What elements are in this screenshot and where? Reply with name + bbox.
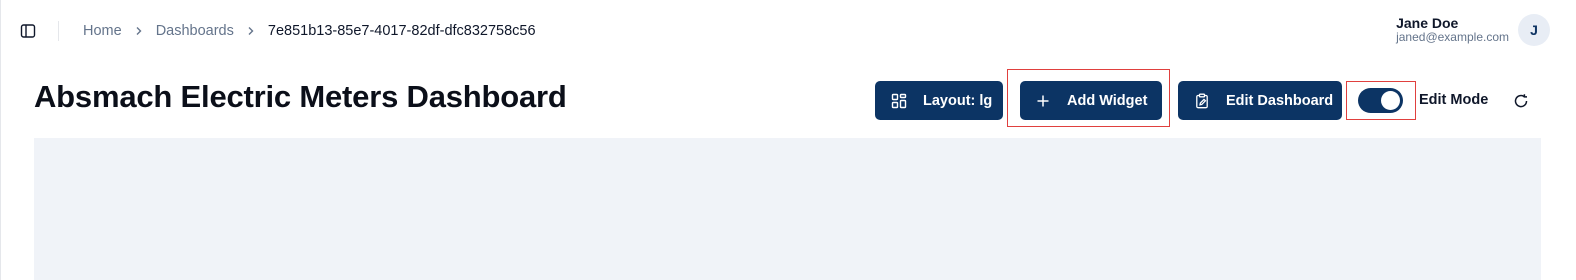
add-widget-label: Add Widget (1067, 92, 1148, 109)
avatar[interactable]: J (1518, 14, 1550, 46)
toggle-knob (1381, 91, 1400, 110)
clipboard-pen-icon (1194, 93, 1210, 109)
refresh-button[interactable] (1512, 92, 1530, 110)
plus-icon (1036, 94, 1050, 108)
refresh-icon (1514, 94, 1528, 108)
breadcrumb-home[interactable]: Home (83, 23, 122, 39)
layout-button[interactable]: Layout: lg (875, 81, 1003, 120)
breadcrumb-dashboards[interactable]: Dashboards (156, 23, 234, 39)
breadcrumb-current: 7e851b13-85e7-4017-82df-dfc832758c56 (267, 23, 536, 39)
chevron-right-icon (134, 26, 144, 36)
header-divider (58, 21, 59, 41)
edit-mode-label: Edit Mode (1419, 92, 1489, 108)
page-title: Absmach Electric Meters Dashboard (34, 79, 567, 114)
layout-button-label: Layout: lg (923, 92, 993, 109)
breadcrumb: Home Dashboards 7e851b13-85e7-4017-82df-… (83, 21, 536, 41)
edit-dashboard-button[interactable]: Edit Dashboard (1178, 81, 1342, 120)
user-info[interactable]: Jane Doe janed@example.com (1396, 16, 1509, 43)
top-bar: Home Dashboards 7e851b13-85e7-4017-82df-… (1, 0, 1576, 62)
dashboard-canvas[interactable] (34, 138, 1541, 280)
chevron-right-icon (246, 26, 256, 36)
user-email: janed@example.com (1396, 30, 1509, 44)
edit-dashboard-label: Edit Dashboard (1226, 92, 1334, 109)
add-widget-button[interactable]: Add Widget (1020, 81, 1162, 120)
edit-mode-toggle[interactable] (1358, 88, 1403, 113)
sidebar-toggle-button[interactable] (19, 22, 37, 40)
panel-left-icon (20, 24, 36, 38)
app-frame: Home Dashboards 7e851b13-85e7-4017-82df-… (0, 0, 1576, 280)
user-name: Jane Doe (1396, 15, 1459, 31)
layout-grid-icon (891, 93, 907, 109)
